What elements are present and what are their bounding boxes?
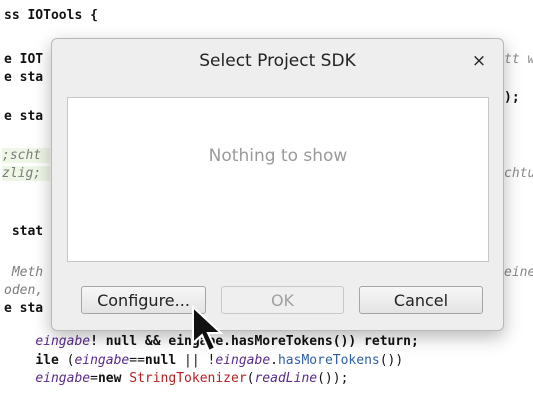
code-comment-line: oden, bbox=[4, 283, 44, 298]
close-icon[interactable]: × bbox=[469, 51, 489, 71]
code-comment-line: Meth bbox=[4, 265, 44, 280]
cancel-button[interactable]: Cancel bbox=[359, 286, 483, 314]
code-fragment-right: chtu bbox=[504, 166, 533, 181]
configure-button[interactable]: Configure... bbox=[81, 286, 206, 314]
code-identifier: eingabe bbox=[35, 371, 91, 386]
code-line: e IOT bbox=[4, 52, 44, 67]
code-line: e sta bbox=[4, 109, 44, 124]
code-line: e sta bbox=[4, 301, 44, 316]
code-text: = bbox=[90, 371, 98, 386]
code-line-new: eingabe=new StringTokenizer(readLine()); bbox=[4, 356, 348, 401]
dialog-title: Select Project SDK bbox=[199, 51, 356, 71]
code-fragment-right: ); bbox=[504, 90, 520, 105]
mouse-pointer-icon bbox=[192, 305, 224, 353]
sdk-list[interactable]: Nothing to show bbox=[67, 97, 489, 262]
empty-list-message: Nothing to show bbox=[208, 146, 348, 166]
code-method-call: readLine bbox=[254, 371, 318, 386]
code-comment-line: zlig; bbox=[2, 166, 50, 181]
select-project-sdk-dialog: Select Project SDK × Nothing to show Con… bbox=[51, 38, 504, 331]
ok-button[interactable]: OK bbox=[221, 286, 344, 314]
keyword-new: new bbox=[97, 371, 122, 386]
code-line-class-decl: ss IOTools { bbox=[4, 8, 98, 23]
code-fragment-right: eine bbox=[504, 265, 533, 280]
code-fragment-right: tt w bbox=[504, 52, 533, 67]
code-text: ()); bbox=[317, 371, 349, 386]
code-line-static: stat bbox=[4, 224, 44, 239]
code-class-name: StringTokenizer bbox=[121, 371, 247, 386]
code-comment-line: ;scht bbox=[2, 148, 50, 163]
code-line: e sta bbox=[4, 70, 44, 85]
code-text: ()) bbox=[379, 353, 404, 368]
